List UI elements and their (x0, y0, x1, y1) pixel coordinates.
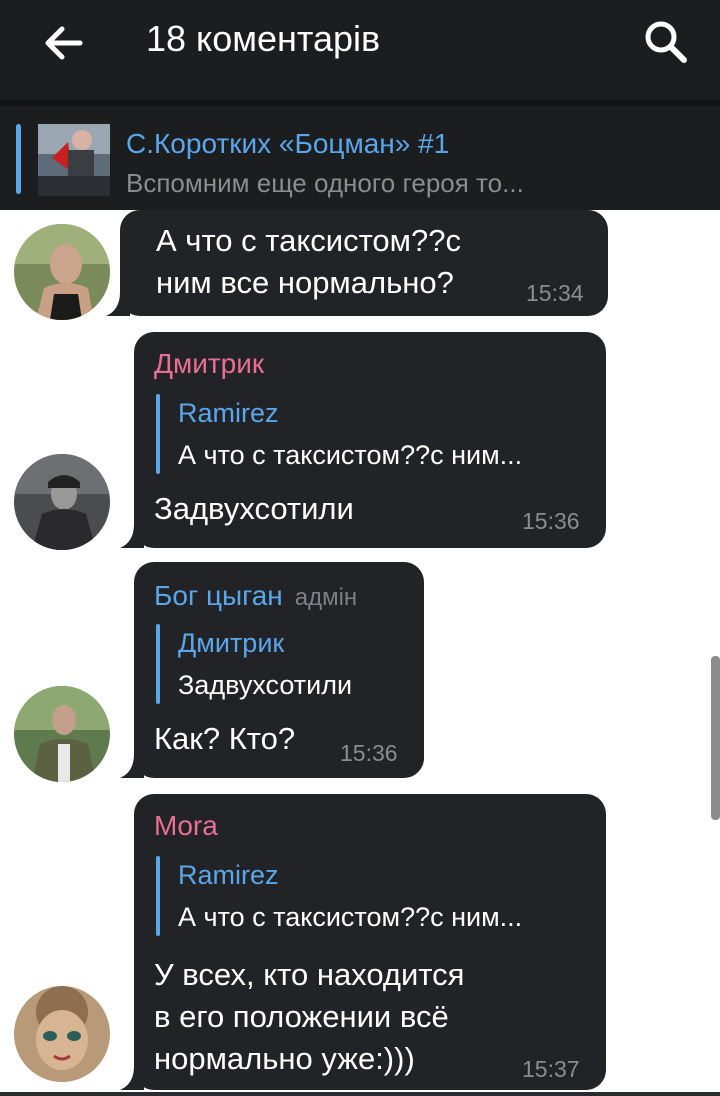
admin-badge: адмін (294, 584, 358, 611)
quote-author[interactable]: Дмитрик (178, 628, 284, 659)
page-title: 18 коментарів (146, 18, 381, 59)
sender-name-text: Бог цыган (154, 580, 283, 611)
arrow-left-icon (45, 26, 83, 60)
message-text: Как? Кто? (154, 721, 296, 756)
pinned-accent-bar (16, 124, 21, 194)
quote-text[interactable]: А что с таксистом??с ним... (178, 440, 522, 471)
message-time: 15:37 (522, 1056, 580, 1082)
quote-text[interactable]: Задвухсотили (178, 670, 352, 701)
message-text: У всех, кто находится в его положении вс… (154, 957, 465, 1076)
message-bubble[interactable]: А что с таксистом??с ним все нормально? … (106, 210, 608, 316)
back-button[interactable] (36, 20, 92, 66)
search-button[interactable] (638, 16, 694, 66)
bubble-tail (120, 524, 144, 548)
quote-author[interactable]: Ramirez (178, 860, 279, 891)
pinned-subtitle: Вспомним еще одного героя то... (126, 168, 524, 198)
quote-bar (156, 856, 160, 936)
avatar[interactable] (14, 686, 110, 782)
avatar[interactable] (14, 986, 110, 1082)
bottom-divider (0, 1092, 720, 1096)
message-time: 15:36 (522, 508, 580, 534)
quote-text[interactable]: А что с таксистом??с ним... (178, 902, 522, 933)
message-bubble[interactable]: Mora Ramirez А что с таксистом??с ним...… (120, 794, 606, 1090)
pinned-post[interactable]: С.Коротких «Боцман» #1 Вспомним еще одно… (0, 100, 720, 210)
message-time: 15:36 (340, 740, 398, 766)
pinned-title: С.Коротких «Боцман» #1 (126, 128, 450, 159)
pinned-thumbnail (38, 124, 110, 196)
quote-bar (156, 624, 160, 704)
bubble-tail (120, 754, 144, 778)
app-bar: 18 коментарів (0, 0, 720, 100)
quote-bar (156, 394, 160, 474)
message-time: 15:34 (526, 280, 584, 306)
quote-author[interactable]: Ramirez (178, 398, 279, 429)
sender-name[interactable]: Mora (154, 810, 218, 842)
search-icon (645, 21, 687, 63)
avatar[interactable] (14, 224, 110, 320)
avatar[interactable] (14, 454, 110, 550)
bubble-tail (106, 292, 130, 316)
sender-name[interactable]: Дмитрик (154, 348, 264, 380)
bubble-tail (120, 1066, 144, 1090)
scrollbar[interactable] (711, 656, 720, 820)
message-bubble[interactable]: Бог цыган адмін Дмитрик Задвухсотили Как?… (120, 562, 424, 778)
message-text: А что с таксистом??с ним все нормально? (156, 223, 461, 300)
message-text: Задвухсотили (154, 491, 354, 526)
message-bubble[interactable]: Дмитрик Ramirez А что с таксистом??с ним… (120, 332, 606, 548)
sender-name[interactable]: Бог цыган адмін (154, 580, 357, 612)
